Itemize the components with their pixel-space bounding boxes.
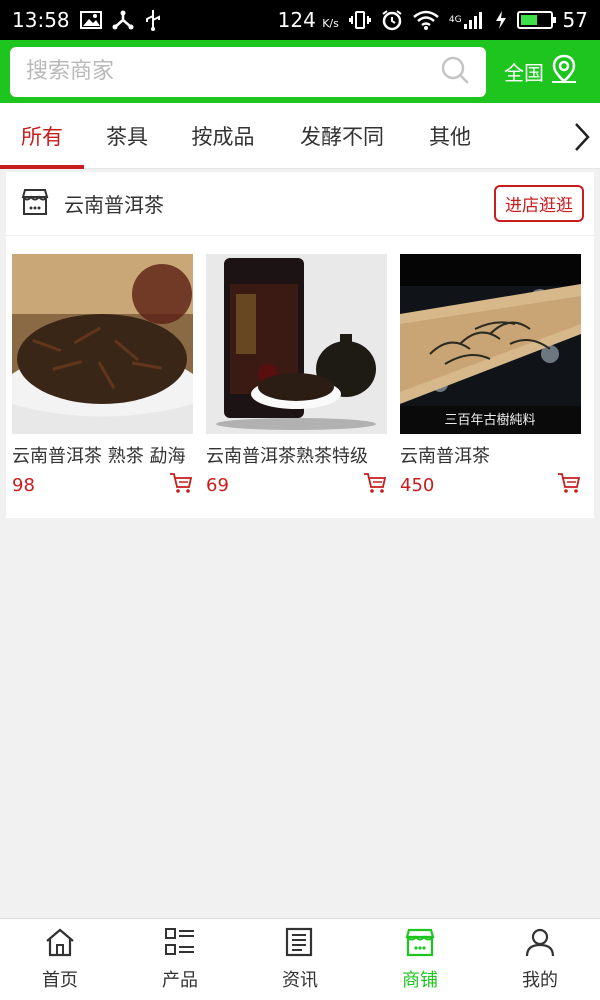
shop-card: 云南普洱茶 进店逛逛 云南普洱茶 熟茶 勐海 98 云南普洱茶熟茶特级 69 三… (6, 172, 594, 518)
tab-by-product[interactable]: 按成品 (170, 103, 276, 169)
location-pin-icon (550, 54, 578, 89)
nav-mine-label: 我的 (522, 970, 558, 991)
home-icon (44, 927, 76, 962)
image-caption: 三百年古樹純料 (444, 413, 535, 428)
tab-other[interactable]: 其他 (408, 103, 492, 169)
vibrate-icon (348, 10, 371, 30)
news-icon (284, 927, 316, 962)
tab-tea-ware[interactable]: 茶具 (84, 103, 170, 169)
shop-header: 云南普洱茶 进店逛逛 (6, 172, 594, 236)
battery-icon (516, 11, 556, 29)
status-bar: 13:58 124 K/s 4G 57 (0, 0, 600, 40)
network-type: 4G (448, 15, 462, 25)
network-speed-unit: K/s (322, 17, 339, 30)
header-bar: 全国 (0, 40, 600, 103)
image-icon (79, 11, 102, 29)
product-image[interactable] (206, 254, 387, 434)
bottom-nav: 首页 产品 资讯 商铺 我的 (0, 918, 600, 1000)
shop-icon (404, 927, 436, 962)
nav-shops-label: 商铺 (402, 970, 438, 991)
grid-list-icon (164, 927, 196, 962)
tab-fermentation[interactable]: 发酵不同 (276, 103, 408, 169)
wifi-icon (413, 10, 439, 30)
battery-level (520, 15, 537, 25)
visit-shop-button[interactable]: 进店逛逛 (494, 185, 584, 222)
product-price: 98 (12, 474, 35, 496)
usb-icon (144, 9, 162, 31)
product-title[interactable]: 云南普洱茶 (400, 442, 581, 468)
search-box[interactable] (10, 46, 486, 97)
product-card[interactable]: 云南普洱茶熟茶特级 69 (206, 254, 387, 498)
product-price: 69 (206, 474, 229, 496)
product-price: 450 (400, 474, 435, 496)
category-tabs: 所有 茶具 按成品 发酵不同 其他 (0, 103, 600, 169)
product-meta: 98 (12, 472, 193, 498)
nav-home-label: 首页 (42, 970, 78, 991)
nav-products[interactable]: 产品 (120, 919, 240, 1000)
product-card[interactable]: 三百年古樹純料 云南普洱茶 450 (400, 254, 581, 498)
product-list: 云南普洱茶 熟茶 勐海 98 云南普洱茶熟茶特级 69 三百年古樹純料 云南普洱… (6, 236, 594, 498)
charging-icon (495, 10, 507, 30)
chevron-right-icon[interactable] (572, 121, 592, 157)
region-label: 全国 (504, 61, 544, 85)
network-speed: 124 K/s (278, 8, 339, 32)
share-icon (112, 10, 134, 30)
cart-icon[interactable] (169, 472, 193, 498)
nav-products-label: 产品 (162, 970, 198, 991)
nav-shops[interactable]: 商铺 (360, 919, 480, 1000)
nav-mine[interactable]: 我的 (480, 919, 600, 1000)
nav-home[interactable]: 首页 (0, 919, 120, 1000)
product-meta: 69 (206, 472, 387, 498)
product-meta: 450 (400, 472, 581, 498)
signal-icon: 4G (449, 10, 485, 30)
search-input[interactable] (26, 59, 406, 84)
alarm-icon (381, 9, 403, 31)
nav-news[interactable]: 资讯 (240, 919, 360, 1000)
product-title[interactable]: 云南普洱茶熟茶特级 (206, 442, 387, 468)
region-selector[interactable]: 全国 (504, 54, 578, 89)
cart-icon[interactable] (557, 472, 581, 498)
product-image[interactable]: 三百年古樹純料 (400, 254, 581, 434)
product-card[interactable]: 云南普洱茶 熟茶 勐海 98 (12, 254, 193, 498)
battery-percent: 57 (562, 8, 588, 32)
user-icon (524, 927, 556, 962)
search-icon[interactable] (440, 55, 470, 89)
product-image[interactable] (12, 254, 193, 434)
nav-news-label: 资讯 (282, 970, 318, 991)
status-left: 13:58 (12, 8, 162, 32)
cart-icon[interactable] (363, 472, 387, 498)
tab-all[interactable]: 所有 (0, 103, 84, 169)
status-right: 124 K/s 4G 57 (278, 8, 588, 32)
shop-name[interactable]: 云南普洱茶 (64, 189, 164, 218)
store-icon (20, 187, 50, 221)
network-speed-value: 124 (277, 8, 316, 32)
status-time: 13:58 (12, 8, 70, 32)
product-title[interactable]: 云南普洱茶 熟茶 勐海 (12, 442, 193, 468)
